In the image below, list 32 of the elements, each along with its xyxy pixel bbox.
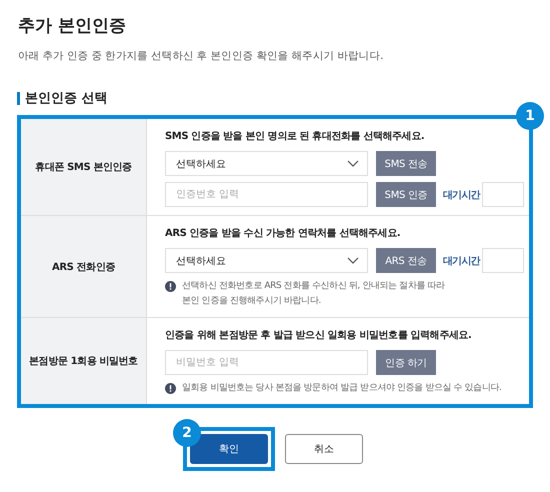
input-field[interactable]: 인증번호 입력 (165, 182, 368, 207)
action-button[interactable]: ARS 전송 (376, 248, 436, 273)
select-field[interactable]: 선택하세요 (165, 248, 368, 273)
wait-time-label: 대기시간 (443, 254, 480, 268)
wait-time-label: 대기시간 (443, 188, 480, 202)
wait-time-field[interactable] (482, 248, 524, 273)
page-description: 아래 추가 인증 중 한가지를 선택하신 후 본인인증 확인을 해주시기 바랍니다. (18, 49, 384, 63)
input-field[interactable]: 비밀번호 입력 (165, 350, 368, 375)
page-title: 추가 본인인증 (18, 15, 127, 37)
row-prompt: 인증을 위해 본점방문 후 발급 받으신 일회용 비밀번호를 입력해주세요. (165, 329, 472, 342)
wait-time-field[interactable] (482, 182, 524, 207)
select-field[interactable]: 선택하세요 (165, 151, 368, 176)
section-title: 본인인증 선택 (25, 90, 108, 107)
callout-badge: 2 (173, 419, 201, 447)
row-prompt: ARS 인증을 받을 수신 가능한 연락처를 선택해주세요. (165, 227, 402, 240)
callout-badge: 1 (516, 102, 544, 130)
info-icon (165, 383, 176, 394)
section-marker (17, 92, 20, 104)
note-text: 선택하신 전화번호로 ARS 전화를 수신하신 뒤, 안내되는 절차를 따라 본인 인증을 진행해주시기 바랍니다. (182, 280, 446, 308)
cancel-button[interactable]: 취소 (285, 434, 363, 464)
chevron-down-icon (347, 160, 359, 168)
confirm-button[interactable]: 확인 (190, 434, 268, 464)
chevron-down-icon (347, 256, 359, 264)
row-label: 본점방문 1회용 비밀번호 (21, 318, 147, 404)
action-button[interactable]: 인증 하기 (376, 350, 436, 375)
row-label: 휴대폰 SMS 본인인증 (21, 119, 147, 215)
action-button[interactable]: SMS 인증 (376, 182, 436, 207)
row-prompt: SMS 인증을 받을 본인 명의로 된 휴대전화를 선택해주세요. (165, 130, 426, 143)
action-button[interactable]: SMS 전송 (376, 151, 436, 176)
note-text: 일회용 비밀번호는 당사 본점을 방문하여 발급 받으셔야 인증을 받으실 수 있습니다. (182, 382, 502, 395)
info-icon (165, 281, 176, 292)
row-label: ARS 전화인증 (21, 216, 147, 317)
